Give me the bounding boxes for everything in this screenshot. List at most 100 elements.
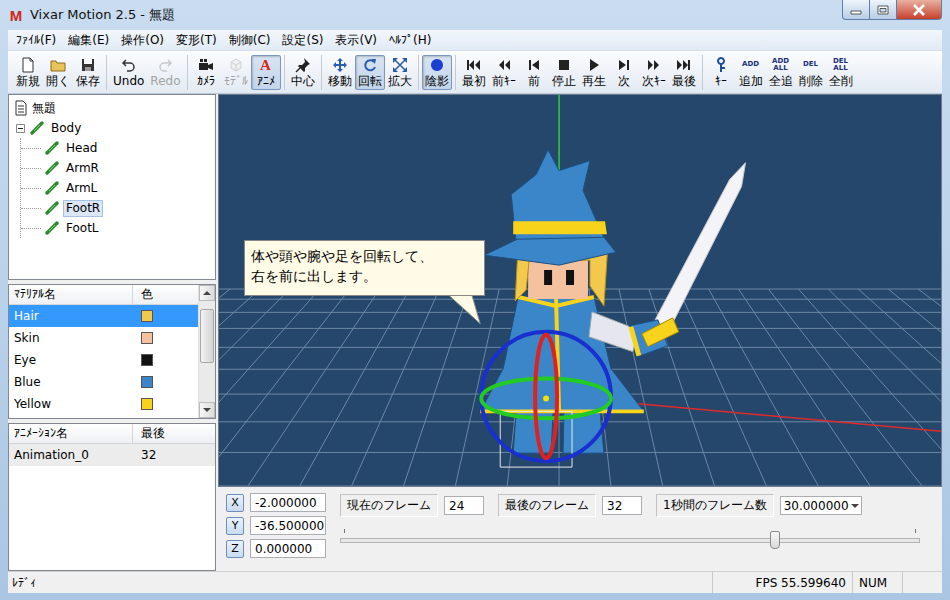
tree-item[interactable]: ArmL	[21, 178, 211, 198]
frame-label: 1秒間のフレーム数	[656, 494, 774, 517]
coordinate-input[interactable]: 0.000000	[250, 539, 326, 558]
tree-item[interactable]: ArmR	[21, 158, 211, 178]
toolbar-button[interactable]: ADD追加	[736, 55, 766, 90]
toolbar-button[interactable]: Redo	[147, 55, 183, 90]
window-title: Vixar Motion 2.5 - 無題	[30, 6, 175, 24]
animation-row[interactable]: Animation_032	[9, 444, 215, 466]
column-header[interactable]: 最後	[133, 425, 215, 442]
coordinate-input[interactable]: -36.500000	[250, 516, 326, 535]
pin-icon	[295, 57, 311, 73]
maximize-button[interactable]	[870, 0, 897, 20]
menu-item[interactable]: 表示(V)	[329, 32, 383, 49]
status-message: ﾚﾃﾞｨ	[8, 572, 712, 593]
toolbar-button[interactable]: 移動	[325, 55, 355, 90]
frame-controls: 現在のフレーム24最後のフレーム321秒間のフレーム数30.000000	[340, 493, 934, 565]
material-row[interactable]: Blue	[9, 371, 198, 393]
toolbar-button[interactable]: ADDALL全追	[766, 55, 796, 90]
toolbar-button[interactable]: 陰影	[422, 55, 452, 90]
toolbar-button[interactable]: 前ｷｰ	[489, 55, 519, 90]
toolbar-button[interactable]: ｷｰ	[706, 55, 736, 90]
menu-item[interactable]: ﾌｧｲﾙ(F)	[10, 33, 62, 47]
tree-children: HeadArmRArmLFootRFootL	[20, 138, 211, 238]
minimize-button[interactable]	[842, 0, 870, 20]
bone-icon	[44, 220, 60, 236]
scrollbar[interactable]	[198, 285, 215, 418]
scroll-thumb[interactable]	[200, 309, 214, 363]
toolbar-button[interactable]: 新規	[13, 55, 43, 90]
menu-item[interactable]: 変形(T)	[170, 32, 223, 49]
text-icon: DELALL	[833, 57, 848, 73]
toolbar-button[interactable]: ｶﾒﾗ	[191, 55, 221, 90]
toolbar-group: 中心	[285, 55, 322, 90]
toolbar-button[interactable]: 回転	[355, 55, 385, 90]
toolbar-button[interactable]: 前	[519, 55, 549, 90]
character-model[interactable]	[480, 150, 745, 453]
toolbar-button[interactable]: DELALL全削	[826, 55, 856, 90]
slider-thumb[interactable]	[770, 531, 780, 549]
toolbar-button[interactable]: 最後	[669, 55, 699, 90]
color-swatch[interactable]	[141, 310, 153, 322]
toolbar-button[interactable]: 再生	[579, 55, 609, 90]
toolbar-button[interactable]: 最初	[459, 55, 489, 90]
material-row[interactable]: Eye	[9, 349, 198, 371]
toolbar-group: 陰影	[419, 55, 456, 90]
axis-button[interactable]: Z	[226, 540, 244, 558]
rotation-gizmo[interactable]	[481, 332, 611, 461]
toolbar-button[interactable]: ﾓﾃﾞﾙ	[221, 55, 251, 90]
toolbar-group: ｷｰADD追加ADDALL全追DEL削除DELALL全削	[703, 55, 859, 90]
toolbar-button[interactable]: Aｱﾆﾒ	[251, 55, 281, 90]
last-icon	[676, 57, 692, 73]
toolbar-button[interactable]: DEL削除	[796, 55, 826, 90]
coordinate-input[interactable]: -2.000000	[250, 493, 326, 512]
move-icon	[332, 57, 348, 73]
menu-item[interactable]: ﾍﾙﾌﾟ(H)	[383, 33, 437, 47]
scroll-up-button[interactable]	[199, 285, 215, 301]
scroll-down-button[interactable]	[199, 402, 215, 418]
fps-dropdown[interactable]: 30.000000	[780, 496, 862, 515]
menu-item[interactable]: 設定(S)	[276, 32, 329, 49]
tree-item[interactable]: Body	[13, 118, 211, 138]
column-header[interactable]: 色	[133, 286, 198, 303]
menu-item[interactable]: 編集(E)	[62, 32, 115, 49]
coordinate-row: X -2.000000	[226, 493, 326, 512]
color-swatch[interactable]	[141, 332, 153, 344]
tree-item[interactable]: FootR	[21, 198, 211, 218]
material-row[interactable]: Yellow	[9, 393, 198, 415]
control-panel: X-2.000000Y-36.500000Z0.000000現在のフレーム24最…	[218, 487, 942, 571]
size-grip[interactable]	[902, 572, 942, 593]
material-row[interactable]: Skin	[9, 327, 198, 349]
app-icon: M	[8, 7, 24, 24]
toolbar-button[interactable]: 中心	[288, 55, 318, 90]
axis-button[interactable]: Y	[226, 517, 244, 535]
color-swatch[interactable]	[141, 376, 153, 388]
current-frame-input[interactable]: 24	[444, 496, 484, 515]
material-row[interactable]: Hair	[9, 305, 198, 327]
expand-toggle[interactable]	[15, 124, 26, 133]
toolbar-button[interactable]: 次ｷｰ	[639, 55, 669, 90]
cube-icon	[228, 57, 244, 73]
3d-viewport[interactable]: 体や頭や腕や足を回転して、右を前に出します。	[218, 94, 942, 487]
menu-bar: ﾌｧｲﾙ(F)編集(E)操作(O)変形(T)制御(C)設定(S)表示(V)ﾍﾙﾌ…	[8, 30, 942, 50]
tree-root[interactable]: 無題	[13, 98, 211, 118]
tree-item[interactable]: Head	[21, 138, 211, 158]
tree-item[interactable]: FootL	[21, 218, 211, 238]
toolbar-button[interactable]: 保存	[73, 55, 103, 90]
menu-item[interactable]: 操作(O)	[115, 32, 170, 49]
toolbar-button[interactable]: 拡大	[385, 55, 415, 90]
toolbar-button[interactable]: 開く	[43, 55, 73, 90]
axis-button[interactable]: X	[226, 494, 244, 512]
last-frame-input[interactable]: 32	[602, 496, 642, 515]
toolbar-button[interactable]: 停止	[549, 55, 579, 90]
toolbar-button[interactable]: Undo	[110, 55, 147, 90]
color-swatch[interactable]	[141, 354, 153, 366]
next-icon	[616, 57, 632, 73]
menu-item[interactable]: 制御(C)	[223, 32, 277, 49]
next-key-icon	[646, 57, 662, 73]
column-header[interactable]: ﾏﾃﾘｱﾙ名	[9, 285, 133, 304]
text-icon: ADDALL	[772, 57, 789, 73]
color-swatch[interactable]	[141, 398, 153, 410]
close-button[interactable]	[897, 0, 942, 20]
frame-slider[interactable]	[340, 529, 920, 551]
toolbar-button[interactable]: 次	[609, 55, 639, 90]
column-header[interactable]: ｱﾆﾒｰｼｮﾝ名	[9, 424, 133, 443]
